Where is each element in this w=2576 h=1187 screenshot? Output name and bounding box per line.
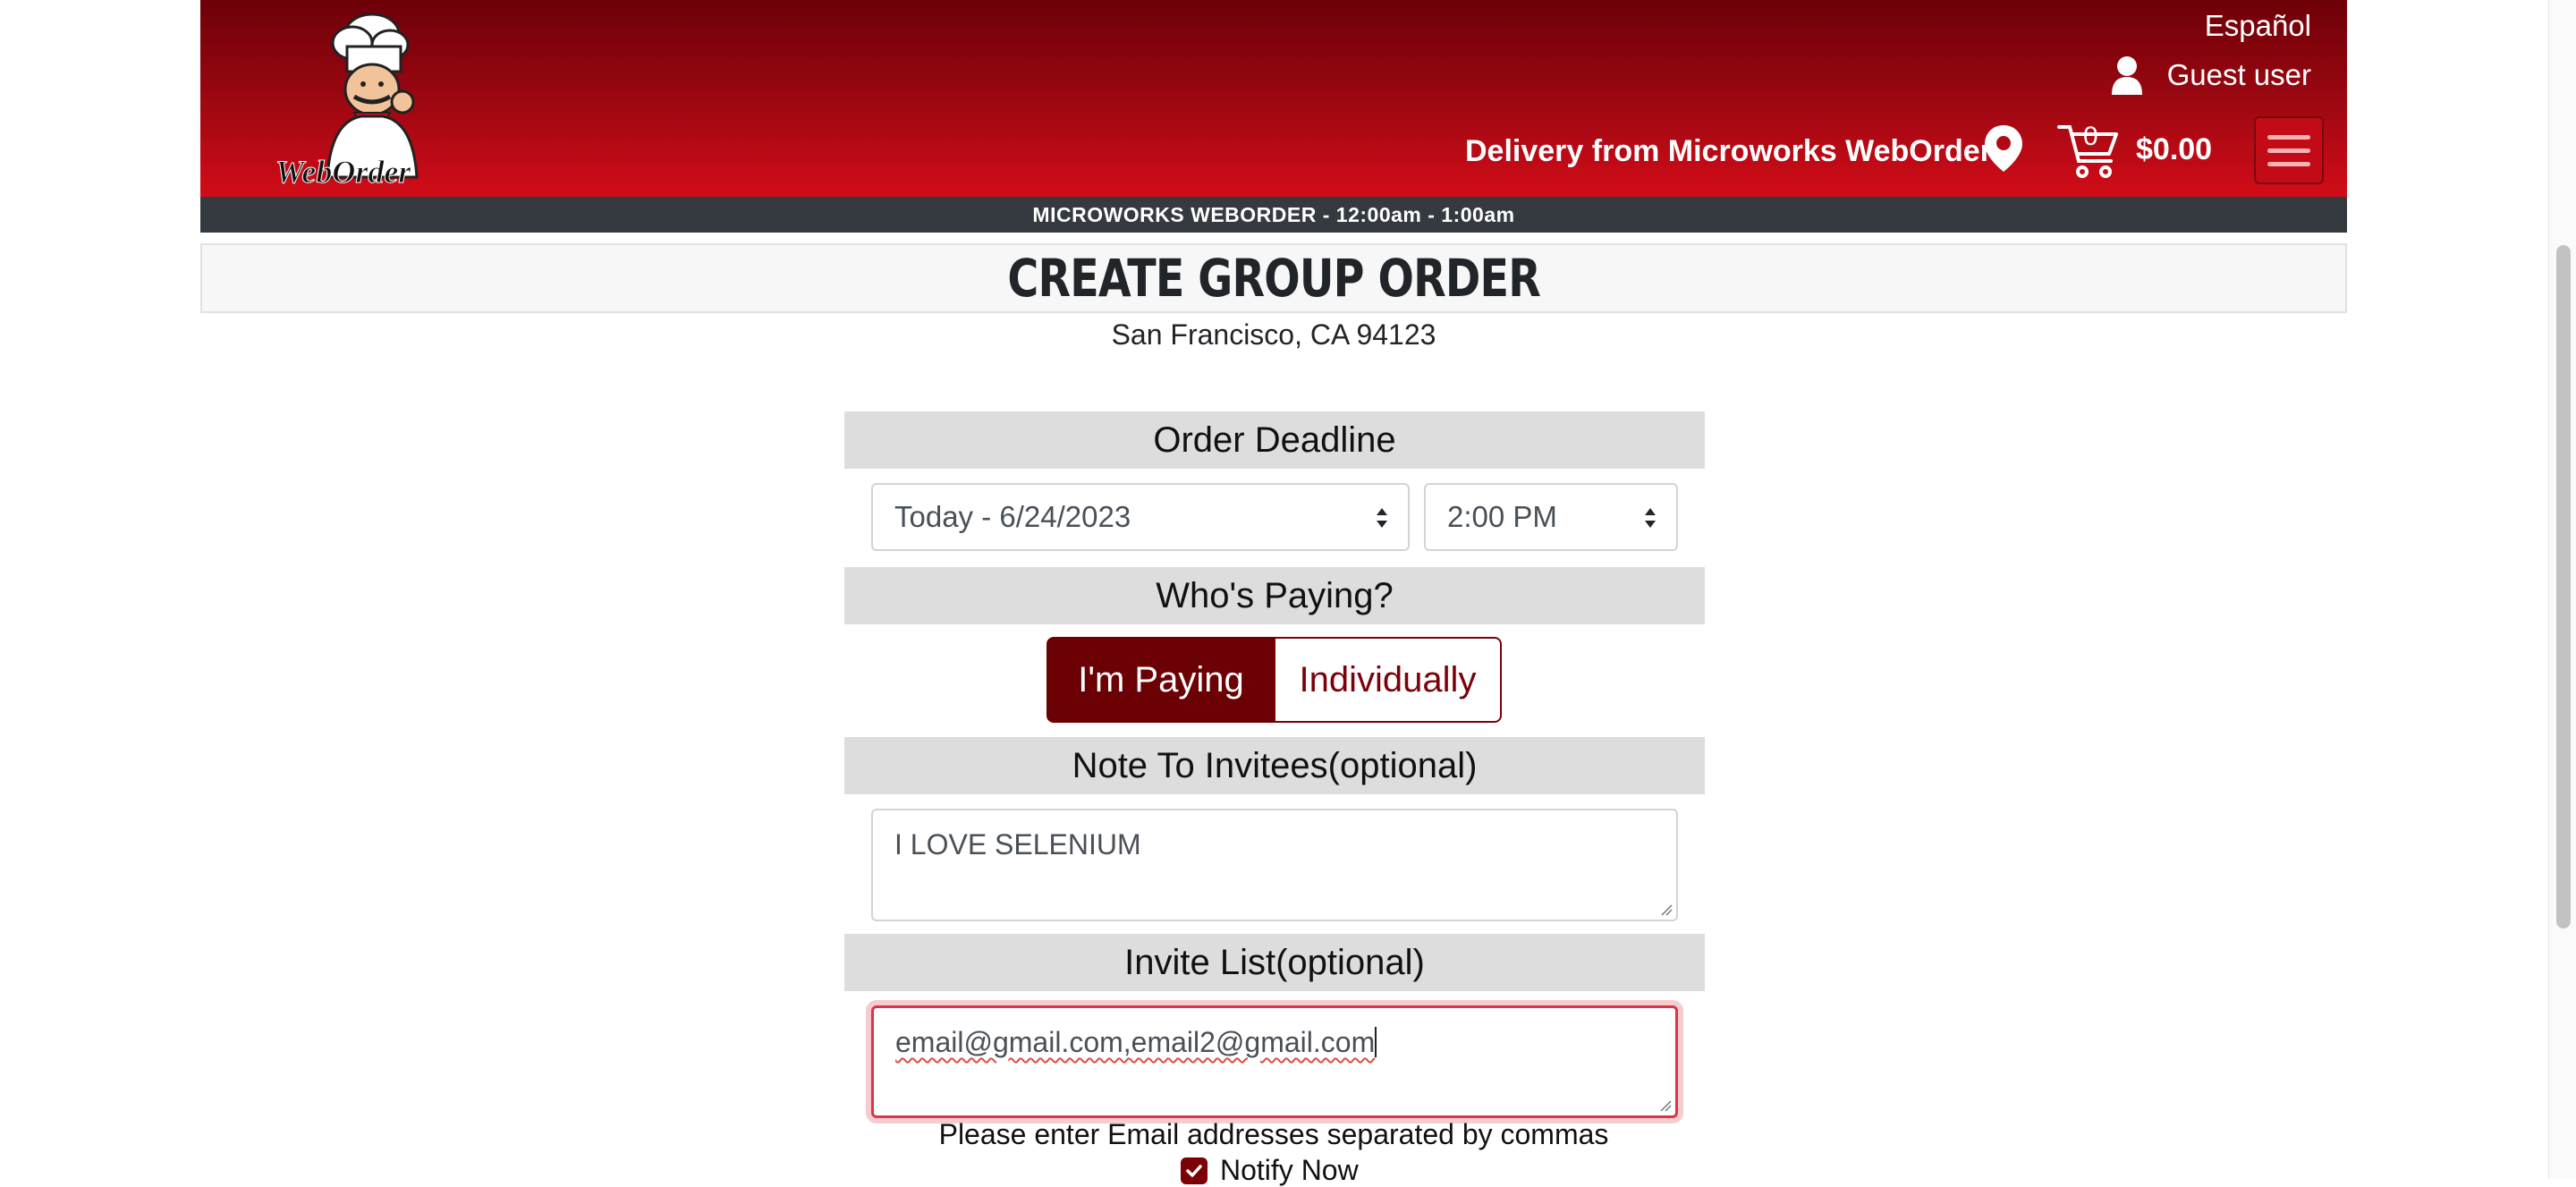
location-pin-icon[interactable] xyxy=(1982,123,2025,174)
invite-list-textarea[interactable]: email@gmail.com,email2@gmail.com xyxy=(871,1005,1678,1118)
notify-now-checkbox[interactable] xyxy=(1181,1157,1208,1184)
hamburger-menu-button[interactable] xyxy=(2254,116,2324,184)
weborder-logo[interactable]: WebOrder xyxy=(272,7,451,191)
whos-paying-heading: Who's Paying? xyxy=(844,567,1705,624)
user-menu[interactable]: Guest user xyxy=(2110,55,2311,95)
page-title-card: CREATE GROUP ORDER xyxy=(200,243,2347,313)
select-arrows-icon xyxy=(1645,508,1656,528)
invite-list-heading: Invite List(optional) xyxy=(844,934,1705,991)
delivery-info[interactable]: Delivery from Microworks WebOrder xyxy=(1465,134,1992,169)
page-title: CREATE GROUP ORDER xyxy=(1007,248,1540,309)
menu-bar xyxy=(2267,148,2310,153)
deadline-time-select[interactable]: 2:00 PM xyxy=(1424,483,1678,551)
deadline-time-value: 2:00 PM xyxy=(1447,500,1557,533)
note-value: I LOVE SELENIUM xyxy=(894,828,1141,861)
scrollbar-thumb[interactable] xyxy=(2556,245,2571,928)
user-label: Guest user xyxy=(2166,58,2311,91)
note-textarea[interactable]: I LOVE SELENIUM xyxy=(871,809,1678,921)
cart-count: 0 xyxy=(2083,122,2098,151)
deadline-date-value: Today - 6/24/2023 xyxy=(894,500,1131,533)
invite-hint: Please enter Email addresses separated b… xyxy=(938,1118,1609,1150)
cart-total[interactable]: $0.00 xyxy=(2136,132,2212,167)
note-to-invitees-heading: Note To Invitees(optional) xyxy=(844,737,1705,794)
logo-text: WebOrder xyxy=(275,154,411,190)
checkbox-check-icon xyxy=(1186,1164,1202,1177)
site-header: WebOrder Español Guest user Delivery fro… xyxy=(200,0,2347,197)
language-link[interactable]: Español xyxy=(2205,9,2311,43)
invite-list-value: email@gmail.com,email2@gmail.com xyxy=(895,1026,1376,1058)
notify-now-label: Notify Now xyxy=(1220,1154,1359,1186)
notify-now-option[interactable]: Notify Now xyxy=(1181,1154,1359,1187)
resize-handle-icon[interactable] xyxy=(1659,1099,1672,1112)
chef-logo-icon: WebOrder xyxy=(275,13,419,191)
store-hours-bar: MICROWORKS WEBORDER - 12:00am - 1:00am xyxy=(200,197,2347,233)
store-address: San Francisco, CA 94123 xyxy=(1111,318,1436,351)
deadline-date-select[interactable]: Today - 6/24/2023 xyxy=(871,483,1410,551)
im-paying-button[interactable]: I'm Paying xyxy=(1046,637,1275,723)
text-caret xyxy=(1375,1027,1377,1057)
resize-handle-icon[interactable] xyxy=(1660,903,1673,916)
order-deadline-heading: Order Deadline xyxy=(844,411,1705,469)
menu-bar xyxy=(2267,161,2310,166)
user-icon xyxy=(2111,56,2142,95)
select-arrows-icon xyxy=(1377,508,1387,528)
individually-button[interactable]: Individually xyxy=(1274,637,1502,723)
menu-bar xyxy=(2267,134,2310,140)
